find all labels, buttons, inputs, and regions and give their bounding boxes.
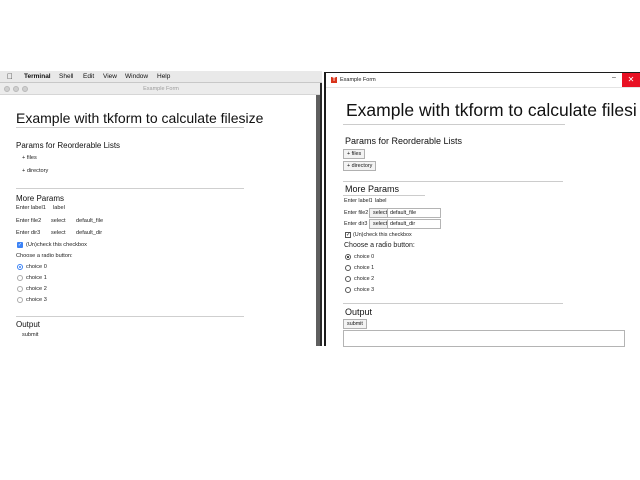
mac-directory-button[interactable]: + directory <box>22 168 48 174</box>
win-radio-choice-1[interactable] <box>345 265 351 271</box>
mac-label1-prompt: Enter label1 <box>16 205 46 211</box>
win-output-area[interactable] <box>343 330 625 347</box>
mac-radio-choice-0[interactable] <box>17 264 23 270</box>
win-radio-label-3: choice 3 <box>354 287 375 293</box>
tk-app-icon: T <box>331 77 337 83</box>
mac-window-edge <box>320 83 322 346</box>
mac-files-button[interactable]: + files <box>22 155 37 161</box>
win-heading-divider <box>343 124 565 125</box>
mac-heading: Example with tkform to calculate filesiz… <box>16 110 264 126</box>
mac-radio-prompt: Choose a radio button: <box>16 253 73 259</box>
mac-radio-label-1: choice 1 <box>26 275 47 281</box>
win-checkbox[interactable]: ✓ <box>345 232 351 238</box>
win-submit-button[interactable]: submit <box>343 319 367 329</box>
win-output-divider <box>343 303 563 304</box>
win-file2-prompt: Enter file2 <box>344 210 369 216</box>
win-directory-button[interactable]: + directory <box>343 161 377 171</box>
win-heading: Example with tkform to calculate filesi <box>346 100 637 120</box>
win-output-title: Output <box>345 307 373 317</box>
close-icon[interactable]: ✕ <box>622 73 640 87</box>
mac-radio-label-3: choice 3 <box>26 297 47 303</box>
mac-checkbox[interactable]: ✓ <box>17 242 23 248</box>
mac-radio-label-0: choice 0 <box>26 264 47 270</box>
win-more-params-title: More Params <box>345 184 400 194</box>
apple-icon[interactable]:  <box>7 71 13 83</box>
screenshot-stage:  Terminal Shell Edit View Window Help E… <box>0 0 640 480</box>
mac-radio-choice-2[interactable] <box>17 286 23 292</box>
menu-window[interactable]: Window <box>125 71 148 83</box>
mac-titlebar[interactable]: Example Form <box>0 83 322 95</box>
win-titlebar[interactable]: T Example Form – ✕ <box>326 73 640 88</box>
mac-menubar:  Terminal Shell Edit View Window Help <box>0 71 322 83</box>
menu-edit[interactable]: Edit <box>83 71 94 83</box>
mac-output-title: Output <box>16 320 41 329</box>
menu-help[interactable]: Help <box>157 71 170 83</box>
win-label1-input[interactable]: label <box>372 196 412 206</box>
menu-view[interactable]: View <box>103 71 117 83</box>
minimize-icon[interactable]: – <box>612 74 616 81</box>
mac-label1-input[interactable]: label <box>53 205 65 211</box>
mac-dir3-prompt: Enter dir3 <box>16 230 41 236</box>
menu-shell[interactable]: Shell <box>59 71 73 83</box>
win-radio-label-1: choice 1 <box>354 265 375 271</box>
menu-terminal[interactable]: Terminal <box>24 71 51 83</box>
mac-dir3-select-button[interactable]: select <box>51 230 66 236</box>
win-dir3-input[interactable]: default_dir <box>387 219 441 229</box>
win-dir3-prompt: Enter dir3 <box>344 221 368 227</box>
mac-section-divider <box>16 188 244 189</box>
win-file2-input[interactable]: default_file <box>387 208 441 218</box>
mac-more-params-title: More Params <box>16 194 65 203</box>
mac-radio-choice-3[interactable] <box>17 297 23 303</box>
mac-window-title: Example Form <box>143 86 179 92</box>
mac-output-divider <box>16 316 244 317</box>
win-reorderable-title: Params for Reorderable Lists <box>345 136 463 146</box>
mac-file2-prompt: Enter file2 <box>16 218 42 224</box>
win-radio-choice-2[interactable] <box>345 276 351 282</box>
mac-submit-button[interactable]: submit <box>22 332 38 338</box>
mac-dir3-input[interactable]: default_dir <box>76 230 102 236</box>
win-label1-prompt: Enter label1 <box>344 198 373 204</box>
mac-file2-select-button[interactable]: select <box>51 218 66 224</box>
win-window-title: Example Form <box>340 77 376 83</box>
win-radio-choice-0[interactable] <box>345 254 351 260</box>
mac-file2-input[interactable]: default_file <box>76 218 103 224</box>
win-radio-label-2: choice 2 <box>354 276 375 282</box>
win-section-divider <box>343 181 563 182</box>
win-window: T Example Form – ✕ Example with tkform t… <box>324 72 640 347</box>
win-radio-prompt: Choose a radio button: <box>344 242 415 249</box>
mac-checkbox-label: (Un)check this checkbox <box>26 242 87 248</box>
mac-form-content <box>0 95 322 346</box>
mac-heading-divider <box>16 127 244 128</box>
win-radio-choice-3[interactable] <box>345 287 351 293</box>
win-radio-label-0: choice 0 <box>354 254 375 260</box>
mac-reorderable-title: Params for Reorderable Lists <box>16 141 121 150</box>
win-checkbox-label: (Un)check this checkbox <box>353 232 412 238</box>
win-files-button[interactable]: + files <box>343 149 366 159</box>
mac-radio-label-2: choice 2 <box>26 286 47 292</box>
mac-radio-choice-1[interactable] <box>17 275 23 281</box>
